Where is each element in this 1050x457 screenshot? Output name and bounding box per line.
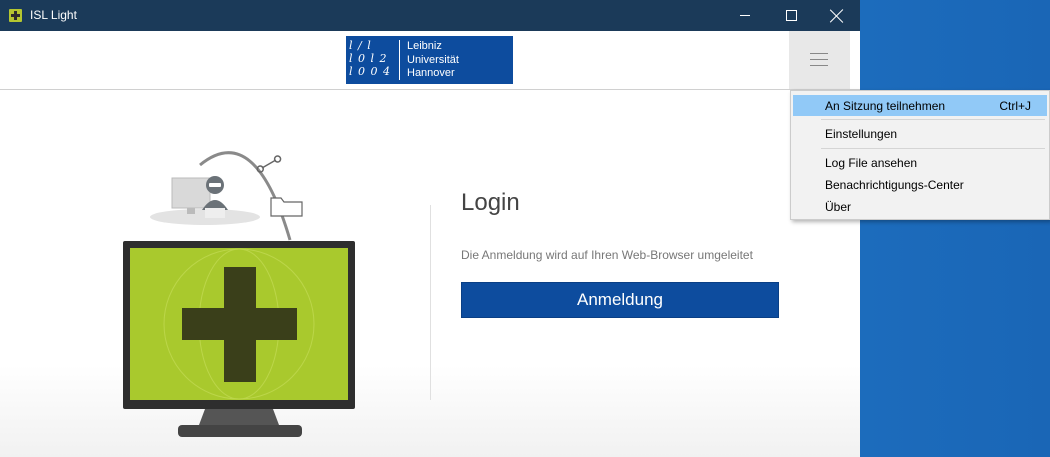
hamburger-icon — [810, 53, 828, 66]
menu-item-about[interactable]: Über — [793, 196, 1047, 217]
main-content: Login Die Anmeldung wird auf Ihren Web-B… — [0, 90, 860, 457]
menu-item-join-session[interactable]: An Sitzung teilnehmen Ctrl+J — [793, 95, 1047, 116]
maximize-icon — [785, 10, 797, 21]
window-title: ISL Light — [30, 8, 77, 22]
title-bar: ISL Light — [0, 0, 860, 31]
login-title: Login — [461, 189, 520, 216]
vertical-divider — [430, 205, 431, 400]
connection-arc — [199, 151, 292, 241]
minimize-button[interactable] — [722, 0, 768, 31]
menu-item-notification-center[interactable]: Benachrichtigungs-Center — [793, 174, 1047, 195]
remote-support-illustration — [123, 151, 355, 437]
app-plus-icon — [9, 9, 22, 22]
logo-numerals: l / l l 0 l 2 l 0 0 4 — [349, 39, 392, 78]
header-bar: l / l l 0 l 2 l 0 0 4 Leibniz Universitä… — [0, 31, 860, 90]
menu-shortcut: Ctrl+J — [999, 99, 1031, 113]
menu-separator — [821, 119, 1045, 120]
menu-item-log-file[interactable]: Log File ansehen — [793, 152, 1047, 173]
close-icon — [830, 9, 844, 23]
context-menu: An Sitzung teilnehmen Ctrl+J Einstellung… — [790, 90, 1050, 220]
maximize-button[interactable] — [768, 0, 814, 31]
menu-button[interactable] — [789, 31, 850, 89]
login-button[interactable]: Anmeldung — [461, 282, 779, 318]
app-window: ISL Light l / l l 0 l 2 l 0 0 4 Leibniz … — [0, 0, 860, 457]
university-logo: l / l l 0 l 2 l 0 0 4 Leibniz Universitä… — [346, 36, 513, 84]
login-subtitle: Die Anmeldung wird auf Ihren Web-Browser… — [461, 248, 753, 262]
menu-separator — [821, 148, 1045, 149]
menu-item-settings[interactable]: Einstellungen — [793, 123, 1047, 144]
close-button[interactable] — [814, 0, 860, 31]
minimize-icon — [740, 15, 750, 16]
logo-text: Leibniz Universität Hannover — [407, 40, 459, 79]
logo-separator — [399, 40, 400, 80]
